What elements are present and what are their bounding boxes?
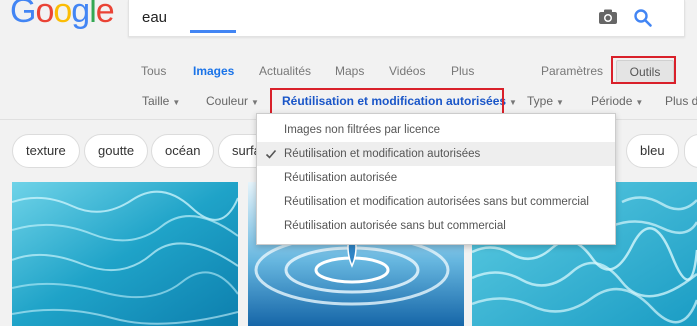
dropdown-item-label: Images non filtrées par licence [284, 124, 440, 136]
usage-rights-highlight-box [270, 88, 504, 115]
tab-actualites[interactable]: Actualités [259, 64, 311, 78]
chip-partial[interactable] [684, 134, 697, 168]
chip-bleu[interactable]: bleu [626, 134, 679, 168]
search-icon[interactable] [633, 8, 653, 28]
usage-rights-dropdown: Images non filtrées par licence Réutilis… [256, 113, 616, 245]
filter-size[interactable]: Taille ▼ [142, 94, 180, 108]
dropdown-item-label: Réutilisation autorisée sans but commerc… [284, 220, 506, 232]
logo-letter-3: o [53, 0, 72, 30]
image-result-1[interactable] [12, 182, 238, 326]
filter-color-label: Couleur [206, 94, 249, 108]
camera-icon[interactable] [598, 9, 618, 25]
active-tab-indicator [190, 30, 236, 33]
dropdown-item-reuse-modify[interactable]: Réutilisation et modification autorisées [257, 142, 615, 166]
filter-time[interactable]: Période ▼ [591, 94, 643, 108]
caret-down-icon: ▼ [556, 98, 564, 107]
dropdown-item-label: Réutilisation autorisée [284, 172, 398, 184]
dropdown-item-label: Réutilisation et modification autorisées [284, 148, 481, 160]
tab-parametres[interactable]: Paramètres [541, 64, 603, 78]
google-logo[interactable]: Google [10, 0, 115, 30]
tab-plus[interactable]: Plus [451, 64, 474, 78]
logo-letter-2: o [35, 0, 54, 30]
dropdown-item-reuse-modify-noncommercial[interactable]: Réutilisation et modification autorisées… [257, 190, 615, 214]
filter-time-label: Période [591, 94, 633, 108]
dropdown-item-label: Réutilisation et modification autorisées… [284, 196, 589, 208]
dropdown-item-not-filtered[interactable]: Images non filtrées par licence [257, 118, 615, 142]
logo-letter-6: e [95, 0, 115, 30]
chip-texture[interactable]: texture [12, 134, 80, 168]
logo-letter-1: G [10, 0, 36, 30]
filter-size-label: Taille [142, 94, 170, 108]
checkmark-icon [265, 149, 277, 159]
filter-type-label: Type [527, 94, 554, 108]
dropdown-item-reuse[interactable]: Réutilisation autorisée [257, 166, 615, 190]
tab-videos[interactable]: Vidéos [389, 64, 425, 78]
chip-ocean[interactable]: océan [151, 134, 215, 168]
caret-down-icon: ▼ [251, 98, 259, 107]
filter-color[interactable]: Couleur ▼ [206, 94, 259, 108]
top-bar: Google eau [0, 0, 697, 56]
caret-down-icon: ▼ [509, 98, 517, 107]
tab-tous[interactable]: Tous [141, 64, 166, 78]
water-texture-image [12, 182, 238, 326]
caret-down-icon: ▼ [635, 98, 644, 107]
caret-down-icon: ▼ [172, 98, 181, 107]
tab-maps[interactable]: Maps [335, 64, 364, 78]
chip-goutte[interactable]: goutte [84, 134, 149, 168]
tools-highlight-box [611, 56, 676, 84]
search-tabs: Tous Images Actualités Maps Vidéos Plus … [0, 56, 697, 90]
logo-letter-4: g [71, 0, 90, 30]
search-query[interactable]: eau [142, 9, 167, 26]
filter-type[interactable]: Type ▼ [527, 94, 564, 108]
filter-more[interactable]: Plus d [665, 94, 697, 108]
tab-images[interactable]: Images [193, 64, 234, 78]
dropdown-item-reuse-noncommercial[interactable]: Réutilisation autorisée sans but commerc… [257, 214, 615, 238]
